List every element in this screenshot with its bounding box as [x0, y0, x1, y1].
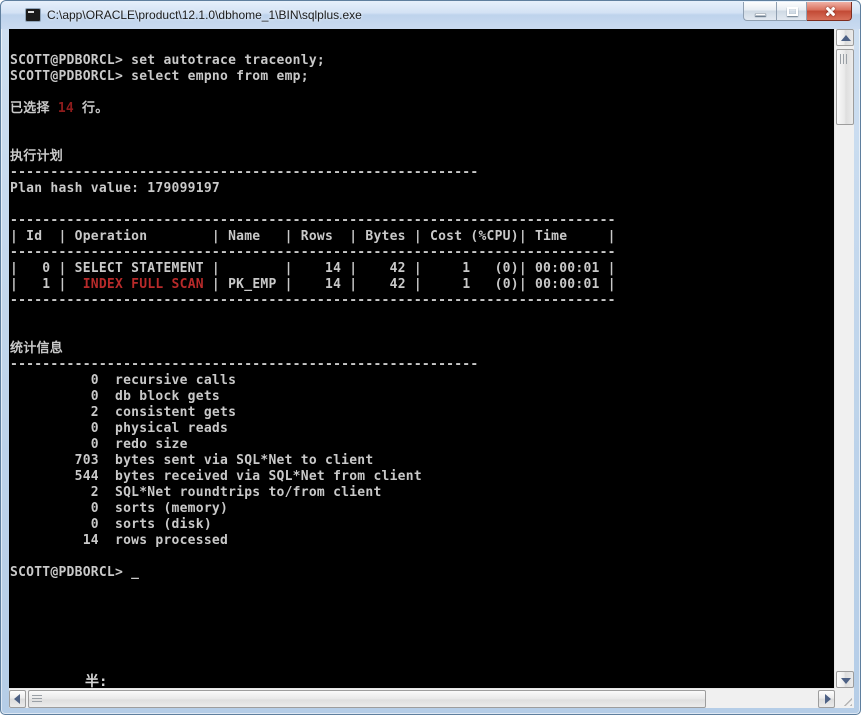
horizontal-scrollbar[interactable] — [9, 688, 835, 708]
console-line: 已选择 14 行。 — [10, 101, 109, 116]
console-line: ----------------------------------------… — [10, 357, 479, 372]
thumb-grip-icon — [32, 695, 42, 703]
console-line: 703 bytes sent via SQL*Net to client — [10, 453, 374, 468]
console-line: 执行计划 — [10, 149, 64, 164]
console-line: | Id | Operation | Name | Rows | Bytes |… — [10, 229, 616, 244]
maximize-button[interactable] — [776, 2, 807, 21]
scroll-left-button[interactable] — [9, 690, 26, 708]
console-line: 统计信息 — [10, 341, 64, 356]
scroll-right-button[interactable] — [818, 690, 835, 708]
console-line: 0 recursive calls — [10, 373, 237, 388]
thumb-grip-icon — [840, 54, 849, 64]
console-line: ----------------------------------------… — [10, 293, 616, 308]
minimize-icon — [755, 13, 766, 16]
console-line: | 0 | SELECT STATEMENT | | 14 | 42 | 1 (… — [10, 261, 616, 276]
window-title: C:\app\ORACLE\product\12.1.0\dbhome_1\BI… — [47, 8, 362, 22]
console-output[interactable]: SCOTT@PDBORCL> set autotrace traceonly; S… — [9, 29, 834, 688]
console-line: 2 consistent gets — [10, 405, 237, 420]
ime-indicator: 半: — [85, 674, 108, 688]
console-line: SCOTT@PDBORCL> _ — [10, 565, 140, 580]
caption-buttons — [743, 2, 852, 21]
console-line: 14 rows processed — [10, 533, 229, 548]
console-line: 0 sorts (memory) — [10, 501, 229, 516]
console-line: 0 redo size — [10, 437, 188, 452]
console-line: SCOTT@PDBORCL> set autotrace traceonly; — [10, 53, 325, 68]
maximize-icon — [787, 7, 798, 16]
arrow-up-icon — [841, 35, 851, 41]
console-line: 0 sorts (disk) — [10, 517, 212, 532]
console-line: 0 physical reads — [10, 421, 229, 436]
minimize-button[interactable] — [743, 2, 776, 21]
console-line: ----------------------------------------… — [10, 165, 479, 180]
vertical-scrollbar[interactable] — [834, 29, 854, 688]
arrow-right-icon — [825, 694, 831, 704]
console-line: ----------------------------------------… — [10, 245, 616, 260]
console-line: | 1 | INDEX FULL SCAN | PK_EMP | 14 | 42… — [10, 277, 616, 292]
titlebar[interactable]: C:\app\ORACLE\product\12.1.0\dbhome_1\BI… — [1, 1, 860, 29]
console-line: 544 bytes received via SQL*Net from clie… — [10, 469, 422, 484]
console-app-icon[interactable] — [25, 8, 41, 22]
scroll-down-button[interactable] — [836, 671, 854, 688]
console-line: SCOTT@PDBORCL> select empno from emp; — [10, 69, 309, 84]
console-lines: SCOTT@PDBORCL> set autotrace traceonly; S… — [9, 29, 834, 581]
vertical-scrollbar-thumb[interactable] — [836, 49, 854, 125]
scroll-up-button[interactable] — [836, 29, 854, 46]
console-line: Plan hash value: 179099197 — [10, 181, 220, 196]
console-line: ----------------------------------------… — [10, 213, 616, 228]
close-button[interactable] — [807, 2, 852, 21]
close-icon — [824, 6, 835, 17]
console-line: 2 SQL*Net roundtrips to/from client — [10, 485, 382, 500]
arrow-left-icon — [14, 694, 20, 704]
horizontal-scrollbar-thumb[interactable] — [28, 690, 706, 708]
console-window: C:\app\ORACLE\product\12.1.0\dbhome_1\BI… — [0, 0, 861, 715]
resize-grip[interactable] — [835, 688, 854, 708]
arrow-down-icon — [841, 678, 851, 684]
console-line: 0 db block gets — [10, 389, 220, 404]
